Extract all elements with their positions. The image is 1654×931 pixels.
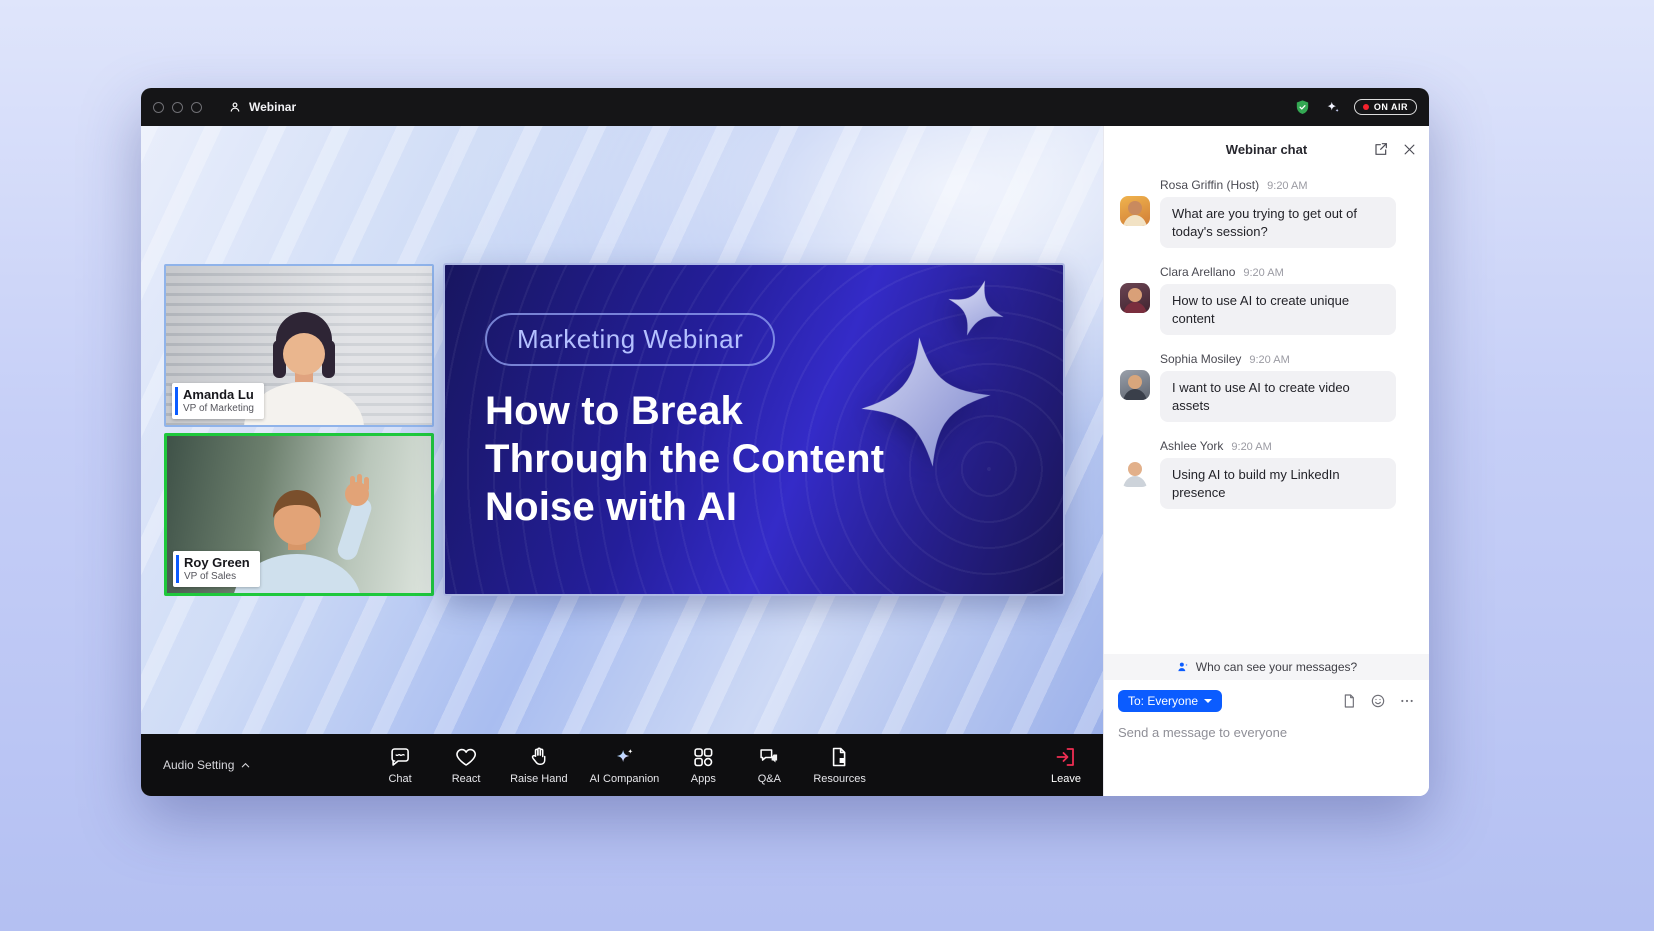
slide-title-line: Through the Content	[485, 435, 884, 483]
raise-hand-icon	[527, 745, 551, 769]
window-controls	[153, 102, 202, 113]
chat-title: Webinar chat	[1226, 142, 1307, 157]
participant-role: VP of Sales	[184, 571, 250, 582]
security-shield-icon[interactable]	[1294, 99, 1311, 116]
shared-slide: Marketing Webinar How to Break Through t…	[443, 263, 1065, 596]
titlebar: Webinar ON AIR	[141, 88, 1429, 126]
message-input[interactable]: Send a message to everyone	[1118, 725, 1415, 796]
video-tile-amanda[interactable]: Amanda Lu VP of Marketing	[164, 264, 434, 427]
leave-label: Leave	[1051, 773, 1081, 785]
message-author: Sophia Mosiley	[1160, 352, 1241, 366]
participant-role: VP of Marketing	[183, 403, 254, 414]
app-title: Webinar	[228, 100, 296, 114]
toolbar-ai-companion-label: AI Companion	[590, 773, 660, 785]
toolbar-resources-label: Resources	[813, 773, 866, 785]
chat-message-list[interactable]: Rosa Griffin (Host) 9:20 AM What are you…	[1104, 172, 1429, 526]
resources-icon	[828, 745, 852, 769]
slide-title-line: How to Break	[485, 387, 884, 435]
toolbar-react-button[interactable]: React	[444, 745, 488, 785]
avatar	[1120, 283, 1150, 313]
meeting-toolbar: Audio Setting Chat	[141, 734, 1103, 796]
video-tile-roy[interactable]: Roy Green VP of Sales	[164, 433, 434, 596]
window-maximize-button[interactable]	[191, 102, 202, 113]
message-author: Clara Arellano	[1160, 265, 1235, 279]
recipient-label: To: Everyone	[1128, 694, 1198, 708]
toolbar-raise-hand-button[interactable]: Raise Hand	[510, 745, 567, 785]
attach-file-icon[interactable]	[1341, 693, 1357, 709]
qa-icon	[757, 745, 781, 769]
video-stage: Amanda Lu VP of Marketing	[141, 126, 1103, 734]
toolbar-qa-button[interactable]: Q&A	[747, 745, 791, 785]
audio-setting-label: Audio Setting	[163, 758, 234, 772]
leave-icon	[1054, 745, 1078, 769]
avatar	[1120, 196, 1150, 226]
chat-message-bubble: I want to use AI to create video assets	[1160, 371, 1396, 422]
chat-message-bubble: Using AI to build my LinkedIn presence	[1160, 458, 1396, 509]
chat-header: Webinar chat	[1104, 126, 1429, 172]
chat-message: Clara Arellano 9:20 AM How to use AI to …	[1120, 265, 1413, 335]
toolbar-resources-button[interactable]: Resources	[813, 745, 866, 785]
participant-name: Amanda Lu	[183, 387, 254, 402]
toolbar-qa-label: Q&A	[758, 773, 781, 785]
slide-badge: Marketing Webinar	[485, 313, 775, 366]
message-author: Ashlee York	[1160, 439, 1223, 453]
react-icon	[454, 745, 478, 769]
emoji-icon[interactable]	[1370, 693, 1386, 709]
window-minimize-button[interactable]	[172, 102, 183, 113]
message-time: 9:20 AM	[1243, 267, 1283, 279]
window-close-button[interactable]	[153, 102, 164, 113]
message-time: 9:20 AM	[1267, 180, 1307, 192]
participant-name: Roy Green	[184, 555, 250, 570]
on-air-badge: ON AIR	[1354, 99, 1417, 115]
message-time: 9:20 AM	[1249, 354, 1289, 366]
close-icon[interactable]	[1402, 142, 1417, 157]
message-visibility-note[interactable]: Who can see your messages?	[1104, 654, 1429, 680]
avatar	[1120, 457, 1150, 487]
webinar-chat-panel: Webinar chat	[1103, 126, 1429, 796]
people-icon	[1176, 660, 1190, 674]
chat-message-bubble: What are you trying to get out of today'…	[1160, 197, 1396, 248]
message-author: Rosa Griffin (Host)	[1160, 178, 1259, 192]
on-air-label: ON AIR	[1374, 102, 1408, 112]
chat-message-bubble: How to use AI to create unique content	[1160, 284, 1396, 335]
participant-nametag: Amanda Lu VP of Marketing	[172, 383, 264, 419]
chat-message: Rosa Griffin (Host) 9:20 AM What are you…	[1120, 178, 1413, 248]
toolbar-chat-label: Chat	[388, 773, 411, 785]
toolbar-react-label: React	[452, 773, 481, 785]
toolbar-raise-hand-label: Raise Hand	[510, 773, 567, 785]
visibility-note-label: Who can see your messages?	[1196, 660, 1357, 674]
more-options-icon[interactable]	[1399, 693, 1415, 709]
chat-icon	[388, 745, 412, 769]
app-title-label: Webinar	[249, 100, 296, 114]
audio-setting-button[interactable]: Audio Setting	[163, 758, 251, 772]
webinar-window: Webinar ON AIR	[141, 88, 1429, 796]
toolbar-apps-label: Apps	[691, 773, 716, 785]
toolbar-apps-button[interactable]: Apps	[681, 745, 725, 785]
avatar	[1120, 370, 1150, 400]
leave-button[interactable]: Leave	[1051, 745, 1081, 785]
chat-message: Sophia Mosiley 9:20 AM I want to use AI …	[1120, 352, 1413, 422]
message-time: 9:20 AM	[1231, 441, 1271, 453]
webinar-icon	[228, 100, 242, 114]
ai-companion-icon	[612, 745, 636, 769]
chat-message: Ashlee York 9:20 AM Using AI to build my…	[1120, 439, 1413, 509]
recipient-selector[interactable]: To: Everyone	[1118, 690, 1222, 712]
on-air-dot	[1363, 104, 1369, 110]
chevron-up-icon	[240, 760, 251, 771]
toolbar-ai-companion-button[interactable]: AI Companion	[590, 745, 660, 785]
slide-title: How to Break Through the Content Noise w…	[485, 387, 884, 531]
popout-icon[interactable]	[1373, 141, 1389, 157]
apps-icon	[691, 745, 715, 769]
ai-companion-icon[interactable]	[1324, 99, 1341, 116]
slide-title-line: Noise with AI	[485, 483, 884, 531]
chat-footer: Who can see your messages? To: Everyone	[1104, 654, 1429, 796]
participant-nametag: Roy Green VP of Sales	[173, 551, 260, 587]
toolbar-chat-button[interactable]: Chat	[378, 745, 422, 785]
chevron-down-icon	[1204, 699, 1212, 703]
